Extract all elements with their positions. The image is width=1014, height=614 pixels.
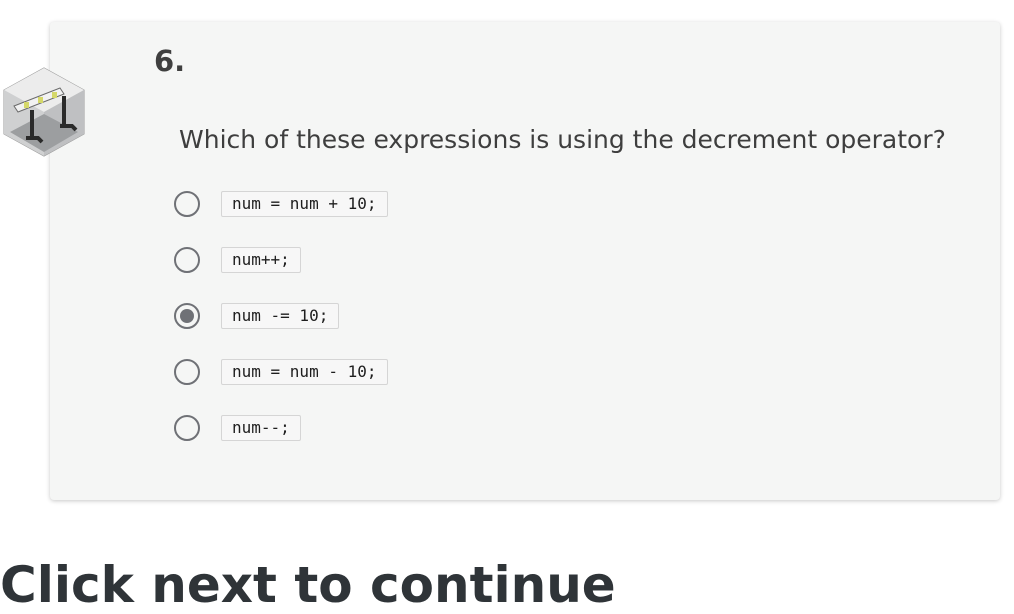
option-code: num--; bbox=[221, 415, 301, 441]
option-code: num = num + 10; bbox=[221, 191, 388, 217]
radio-button-selected[interactable] bbox=[174, 303, 200, 329]
option-2[interactable]: num++; bbox=[174, 243, 594, 277]
radio-button[interactable] bbox=[174, 191, 200, 217]
radio-button[interactable] bbox=[174, 415, 200, 441]
radio-button[interactable] bbox=[174, 247, 200, 273]
question-text: Which of these expressions is using the … bbox=[179, 125, 946, 154]
option-5[interactable]: num--; bbox=[174, 411, 594, 445]
next-section-heading: Click next to continue bbox=[0, 556, 616, 614]
option-1[interactable]: num = num + 10; bbox=[174, 187, 594, 221]
question-number: 6. bbox=[154, 44, 186, 78]
option-code: num = num - 10; bbox=[221, 359, 388, 385]
hurdle-room-icon bbox=[2, 66, 86, 158]
radio-button[interactable] bbox=[174, 359, 200, 385]
option-4[interactable]: num = num - 10; bbox=[174, 355, 594, 389]
option-code: num -= 10; bbox=[221, 303, 340, 329]
option-3[interactable]: num -= 10; bbox=[174, 299, 594, 333]
option-code: num++; bbox=[221, 247, 301, 273]
